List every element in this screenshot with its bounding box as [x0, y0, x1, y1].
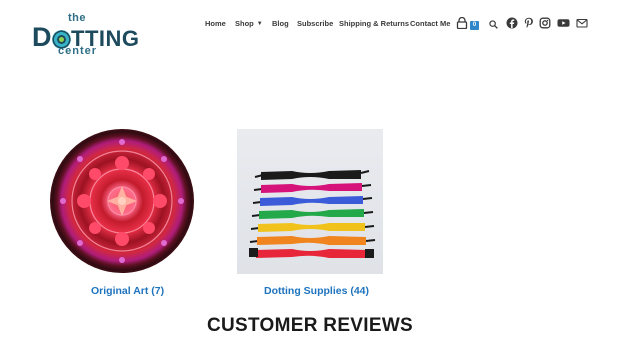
nav-shop-label: Shop	[235, 19, 254, 28]
site-header: the D TTING center Home Shop ▼ Blog Subscr…	[0, 0, 620, 60]
rainbow-dotting-tools	[249, 170, 376, 258]
chevron-down-icon: ▼	[256, 21, 263, 27]
site-logo[interactable]: the D TTING center	[32, 12, 139, 58]
search-icon[interactable]	[489, 20, 498, 29]
nav-home[interactable]: Home	[205, 19, 226, 28]
cart-count-badge: 0	[470, 21, 479, 30]
customer-reviews-heading: CUSTOMER REVIEWS	[206, 315, 414, 336]
logo-center-text: center	[58, 45, 98, 57]
original-art-image[interactable]	[49, 128, 195, 274]
youtube-icon[interactable]	[557, 17, 570, 29]
nav-shipping-returns[interactable]: Shipping & Returns	[339, 19, 409, 28]
original-art-link[interactable]: Original Art (7)	[91, 285, 164, 297]
red-mandala-dot-art	[50, 129, 194, 273]
nav-subscribe[interactable]: Subscribe	[297, 19, 333, 28]
logo-d-letter: D	[32, 22, 52, 52]
dotting-supplies-image[interactable]	[237, 129, 383, 274]
nav-contact[interactable]: Contact Me	[410, 19, 450, 28]
nav-shop[interactable]: Shop ▼	[235, 19, 263, 28]
nav-blog[interactable]: Blog	[272, 19, 289, 28]
facebook-icon[interactable]	[506, 17, 518, 29]
email-icon[interactable]	[576, 17, 588, 29]
cart-icon[interactable]	[456, 17, 468, 29]
instagram-icon[interactable]	[539, 17, 551, 29]
dotting-supplies-link[interactable]: Dotting Supplies (44)	[264, 285, 369, 297]
pinterest-icon[interactable]	[523, 17, 535, 29]
